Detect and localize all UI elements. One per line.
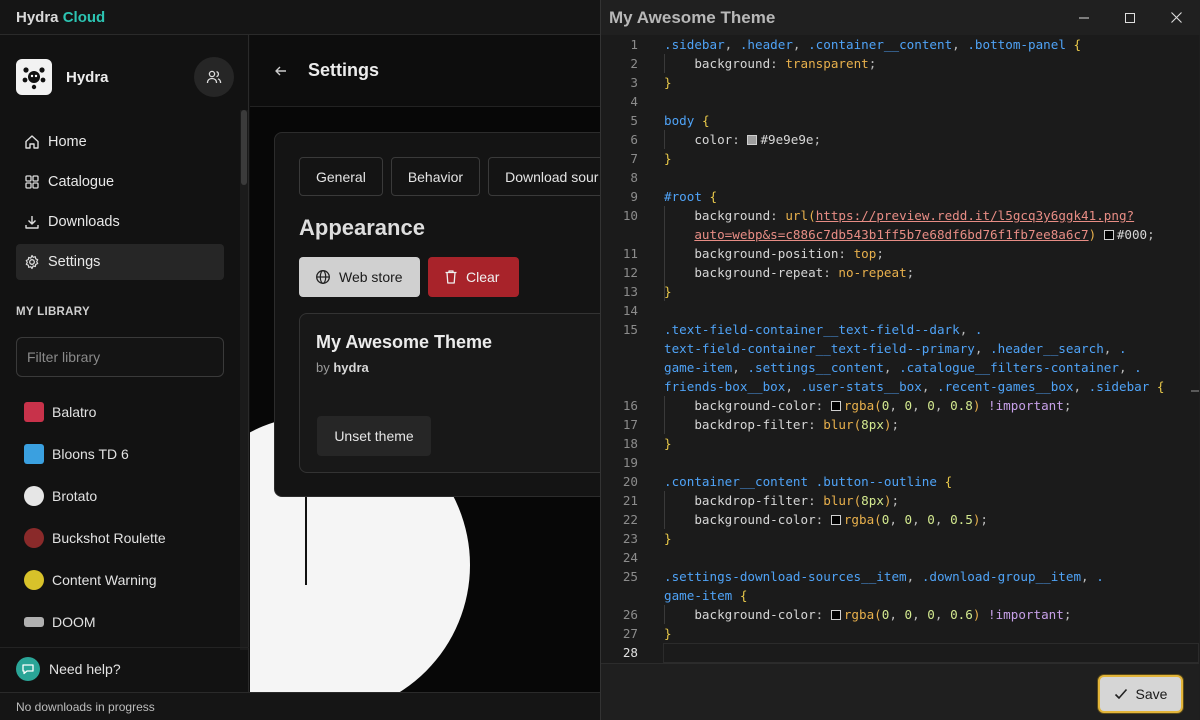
trash-icon — [445, 270, 457, 284]
list-item[interactable]: Brotato — [16, 475, 236, 517]
help-button[interactable]: Need help? — [16, 657, 121, 681]
save-button[interactable]: Save — [1098, 675, 1183, 713]
close-icon — [1170, 12, 1182, 23]
globe-icon — [316, 270, 330, 284]
close-button[interactable] — [1153, 0, 1199, 35]
sidebar: Hydra Home Catalogue Downloads Settings — [0, 35, 249, 692]
game-name: Brotato — [52, 488, 98, 504]
unset-theme-button[interactable]: Unset theme — [317, 416, 431, 456]
maximize-icon — [1125, 12, 1135, 23]
code-editor[interactable]: 1 .sidebar, .header, .container__content,… — [601, 35, 1199, 663]
clear-label: Clear — [466, 269, 500, 285]
editor-title: My Awesome Theme — [609, 7, 776, 27]
friends-button[interactable] — [194, 57, 234, 97]
minimize-button[interactable] — [1061, 0, 1107, 35]
theme-card: My Awesome Theme by hydra Unset theme — [299, 313, 600, 473]
sidebar-item-label: Downloads — [48, 214, 120, 230]
scrollbar-thumb[interactable] — [241, 110, 247, 185]
sidebar-item-label: Home — [48, 134, 87, 150]
clear-button[interactable]: Clear — [428, 257, 519, 297]
appearance-actions: Web store Clear — [299, 257, 519, 297]
game-name: Buckshot Roulette — [52, 530, 166, 546]
home-icon — [24, 134, 40, 150]
balatro-game-icon — [24, 402, 44, 422]
doom-game-icon — [24, 617, 44, 627]
download-icon — [24, 214, 40, 230]
section-title: Appearance — [299, 215, 425, 240]
sidebar-item-label: Settings — [48, 254, 101, 270]
status-bar: No downloads in progress — [0, 692, 600, 720]
tab-general[interactable]: General — [299, 157, 383, 196]
divider — [0, 647, 249, 648]
app-titlebar: Hydra Cloud — [0, 0, 600, 35]
sidebar-scrollbar[interactable] — [240, 110, 248, 650]
list-item[interactable]: DOOM — [16, 601, 236, 643]
sidebar-item-settings[interactable]: Settings — [16, 244, 224, 280]
list-item[interactable]: Content Warning — [16, 559, 236, 601]
library-filter-input[interactable] — [16, 337, 224, 377]
tab-behavior[interactable]: Behavior — [390, 157, 481, 196]
bloons-game-icon — [24, 444, 44, 464]
theme-name: My Awesome Theme — [316, 332, 493, 352]
game-name: DOOM — [52, 614, 96, 630]
content-warning-game-icon — [24, 570, 44, 590]
chat-icon — [16, 657, 40, 681]
list-item[interactable]: Balatro — [16, 391, 236, 433]
editor-scrollbar-marker[interactable] — [1191, 390, 1199, 392]
gear-icon — [24, 254, 40, 270]
help-label: Need help? — [49, 661, 121, 677]
sidebar-item-catalogue[interactable]: Catalogue — [16, 164, 224, 200]
sidebar-item-downloads[interactable]: Downloads — [16, 204, 224, 240]
settings-panel: General Behavior Download sour Appearanc… — [274, 132, 600, 497]
sidebar-nav: Home Catalogue Downloads Settings — [16, 124, 224, 284]
buckshot-game-icon — [24, 528, 44, 548]
sidebar-item-label: Catalogue — [48, 174, 115, 190]
settings-content: Settings General Behavior Download sour … — [250, 35, 600, 692]
game-name: Bloons TD 6 — [52, 446, 129, 462]
game-name: Balatro — [52, 404, 97, 420]
theme-editor-window: My Awesome Theme 1 .sidebar, .header, .co… — [600, 0, 1200, 720]
game-name: Content Warning — [52, 572, 157, 588]
list-item[interactable]: Buckshot Roulette — [16, 517, 236, 559]
profile[interactable]: Hydra — [16, 55, 234, 99]
library-list: Balatro Bloons TD 6 Brotato Buckshot Rou… — [16, 391, 236, 643]
settings-tabs: General Behavior Download sour — [299, 157, 600, 196]
list-item[interactable]: Bloons TD 6 — [16, 433, 236, 475]
people-icon — [206, 70, 222, 84]
grid-icon — [24, 174, 40, 190]
theme-author: by hydra — [316, 360, 369, 375]
hydra-logo-icon — [22, 67, 46, 90]
page-title: Settings — [308, 60, 380, 80]
web-store-label: Web store — [339, 269, 403, 285]
content-header: Settings — [250, 35, 600, 107]
web-store-button[interactable]: Web store — [299, 257, 420, 297]
status-text: No downloads in progress — [16, 699, 155, 714]
library-title: MY LIBRARY — [16, 306, 90, 318]
sidebar-item-home[interactable]: Home — [16, 124, 224, 160]
back-arrow-icon[interactable] — [274, 63, 290, 79]
tab-download-sources[interactable]: Download sour — [488, 157, 600, 196]
minimize-icon — [1079, 17, 1089, 18]
check-icon — [1114, 688, 1127, 699]
editor-titlebar: My Awesome Theme — [601, 0, 1200, 35]
save-label: Save — [1135, 686, 1168, 702]
avatar — [16, 59, 52, 95]
maximize-button[interactable] — [1107, 0, 1153, 35]
app-title: Hydra Cloud — [16, 8, 106, 26]
profile-name: Hydra — [66, 68, 109, 86]
current-line-highlight — [663, 643, 1199, 663]
editor-footer: Save — [601, 663, 1199, 720]
brotato-game-icon — [24, 486, 44, 506]
